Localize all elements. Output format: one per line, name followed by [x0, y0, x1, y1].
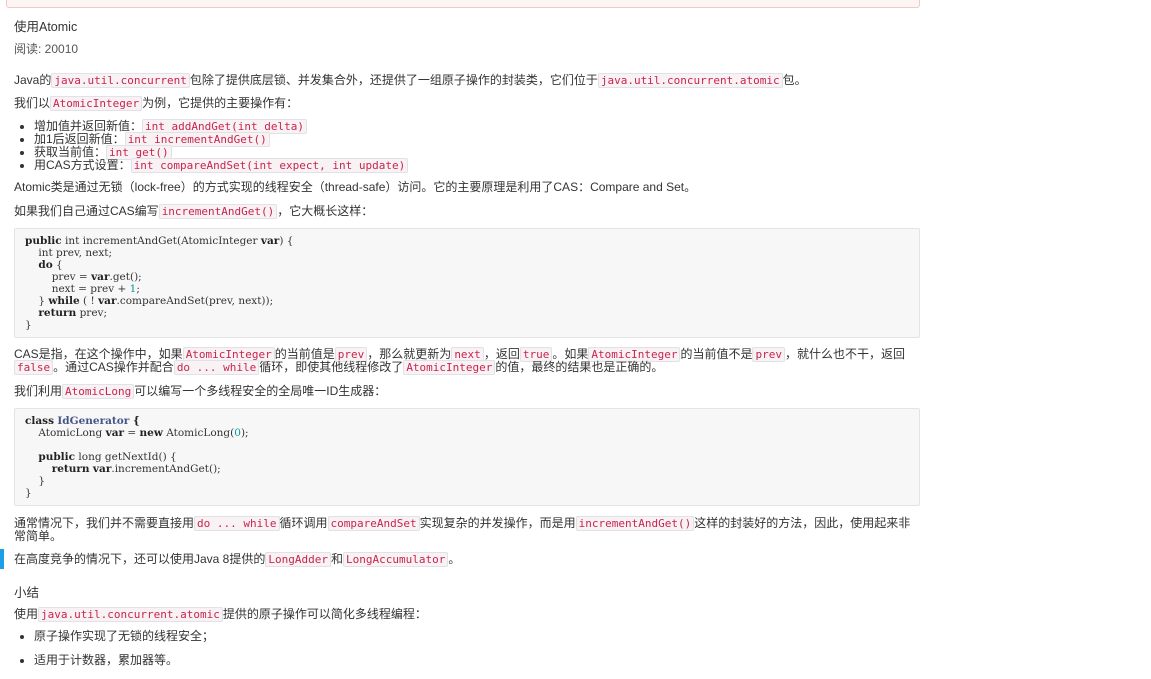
- read-count: 阅读: 20010: [14, 42, 79, 56]
- inline-code: LongAdder: [265, 552, 331, 567]
- inline-code: do ... while: [173, 360, 260, 375]
- text: 我们以: [14, 96, 51, 110]
- article-title: 使用Atomic: [14, 20, 78, 34]
- text: Java的: [14, 73, 52, 87]
- inline-code: java.util.concurrent: [51, 73, 190, 88]
- inline-code: AtomicInteger: [50, 96, 143, 111]
- text: ，返回: [483, 347, 520, 361]
- text: 可以编写一个多线程安全的全局唯一ID生成器：: [134, 384, 387, 398]
- text: ，那么就更新为: [367, 347, 452, 361]
- inline-code: compareAndSet: [327, 516, 420, 531]
- text: 提供的原子操作可以简化多线程编程：: [222, 607, 427, 621]
- inline-code: int compareAndSet(int expect, int update…: [130, 158, 409, 173]
- paragraph-cas-explain: CAS是指，在这个操作中，如果 AtomicInteger 的当前值是 prev ，那么…: [14, 347, 914, 375]
- text: 循环，即使其他线程修改了: [259, 360, 404, 374]
- text: 和: [330, 552, 343, 566]
- text: 如果我们自己通过CAS编写: [14, 204, 159, 218]
- text: 。: [448, 552, 461, 566]
- notice-box: [6, 0, 920, 8]
- text: 使用: [14, 607, 39, 621]
- text: 。通过CAS操作并配合: [53, 360, 174, 374]
- text: 加1后返回新值：: [34, 132, 125, 146]
- paragraph-atomiclong: 我们利用 AtomicLong 可以编写一个多线程安全的全局唯一ID生成器：: [14, 384, 387, 399]
- text: 通常情况下，我们并不需要直接用: [14, 516, 195, 530]
- text: 循环调用: [279, 516, 328, 530]
- text: 为例，它提供的主要操作有：: [142, 96, 299, 110]
- text: 包除了提供底层锁、并发集合外，还提供了一组原子操作的封装类，它们位于: [189, 73, 598, 87]
- text: 我们利用: [14, 384, 63, 398]
- paragraph-usage: 通常情况下，我们并不需要直接用 do ... while 循环调用 compareAn…: [14, 516, 914, 543]
- inline-code: do ... while: [194, 516, 280, 531]
- list-item: 适用于计数器，累加器等。: [34, 648, 214, 672]
- paragraph-intro: Java的 java.util.concurrent 包除了提供底层锁、并发集合外，…: [14, 73, 807, 88]
- text: 获取当前值：: [34, 145, 107, 159]
- summary-heading: 小结: [14, 586, 40, 600]
- inline-code: false: [14, 360, 54, 375]
- inline-code: java.util.concurrent.atomic: [38, 607, 223, 622]
- operations-list: 增加值并返回新值：int addAndGet(int delta) 加1后返回新…: [14, 119, 409, 173]
- text: 实现复杂的并发操作，而是用: [419, 516, 576, 530]
- paragraph-lockfree: Atomic类是通过无锁（lock-free）的方式实现的线程安全（thread…: [14, 180, 697, 194]
- text: 的当前值不是: [680, 347, 753, 361]
- text: 。如果: [552, 347, 589, 361]
- text: 在高度竞争的情况下，还可以使用Java 8提供的: [14, 552, 266, 566]
- inline-code: incrementAndGet(): [575, 516, 695, 531]
- paragraph-longadder: 在高度竞争的情况下，还可以使用Java 8提供的 LongAdder 和 LongAc…: [14, 552, 461, 567]
- paragraph-summary: 使用 java.util.concurrent.atomic 提供的原子操作可以简化…: [14, 607, 427, 622]
- side-feedback-marker[interactable]: [0, 549, 4, 569]
- paragraph-example: 我们以 AtomicInteger 为例，它提供的主要操作有：: [14, 96, 299, 111]
- list-item: 原子操作实现了无锁的线程安全；: [34, 624, 214, 648]
- inline-code: incrementAndGet(): [158, 204, 278, 219]
- text: CAS是指，在这个操作中，如果: [14, 347, 183, 361]
- summary-list: 原子操作实现了无锁的线程安全； 适用于计数器，累加器等。: [14, 624, 214, 672]
- inline-code: AtomicLong: [62, 384, 135, 399]
- text: 用CAS方式设置：: [34, 158, 131, 172]
- inline-code: java.util.concurrent.atomic: [597, 73, 783, 88]
- inline-code: AtomicInteger: [403, 360, 496, 375]
- text: 增加值并返回新值：: [34, 119, 143, 133]
- text: 的当前值是: [274, 347, 335, 361]
- text: 的值，最终的结果也是正确的。: [495, 360, 664, 374]
- inline-code: prev: [752, 347, 785, 362]
- list-item: 用CAS方式设置：int compareAndSet(int expect, i…: [34, 158, 409, 173]
- paragraph-cas-intro: 如果我们自己通过CAS编写 incrementAndGet() ，它大概长这样：: [14, 204, 374, 219]
- text: 包。: [782, 73, 807, 87]
- inline-code: LongAccumulator: [342, 552, 449, 567]
- code-block-idgenerator: class IdGenerator { AtomicLong var = new…: [14, 408, 920, 506]
- code-block-increment: public int incrementAndGet(AtomicInteger…: [14, 228, 920, 338]
- text: ，它大概长这样：: [277, 204, 374, 218]
- text: ，就什么也不干，返回: [784, 347, 905, 361]
